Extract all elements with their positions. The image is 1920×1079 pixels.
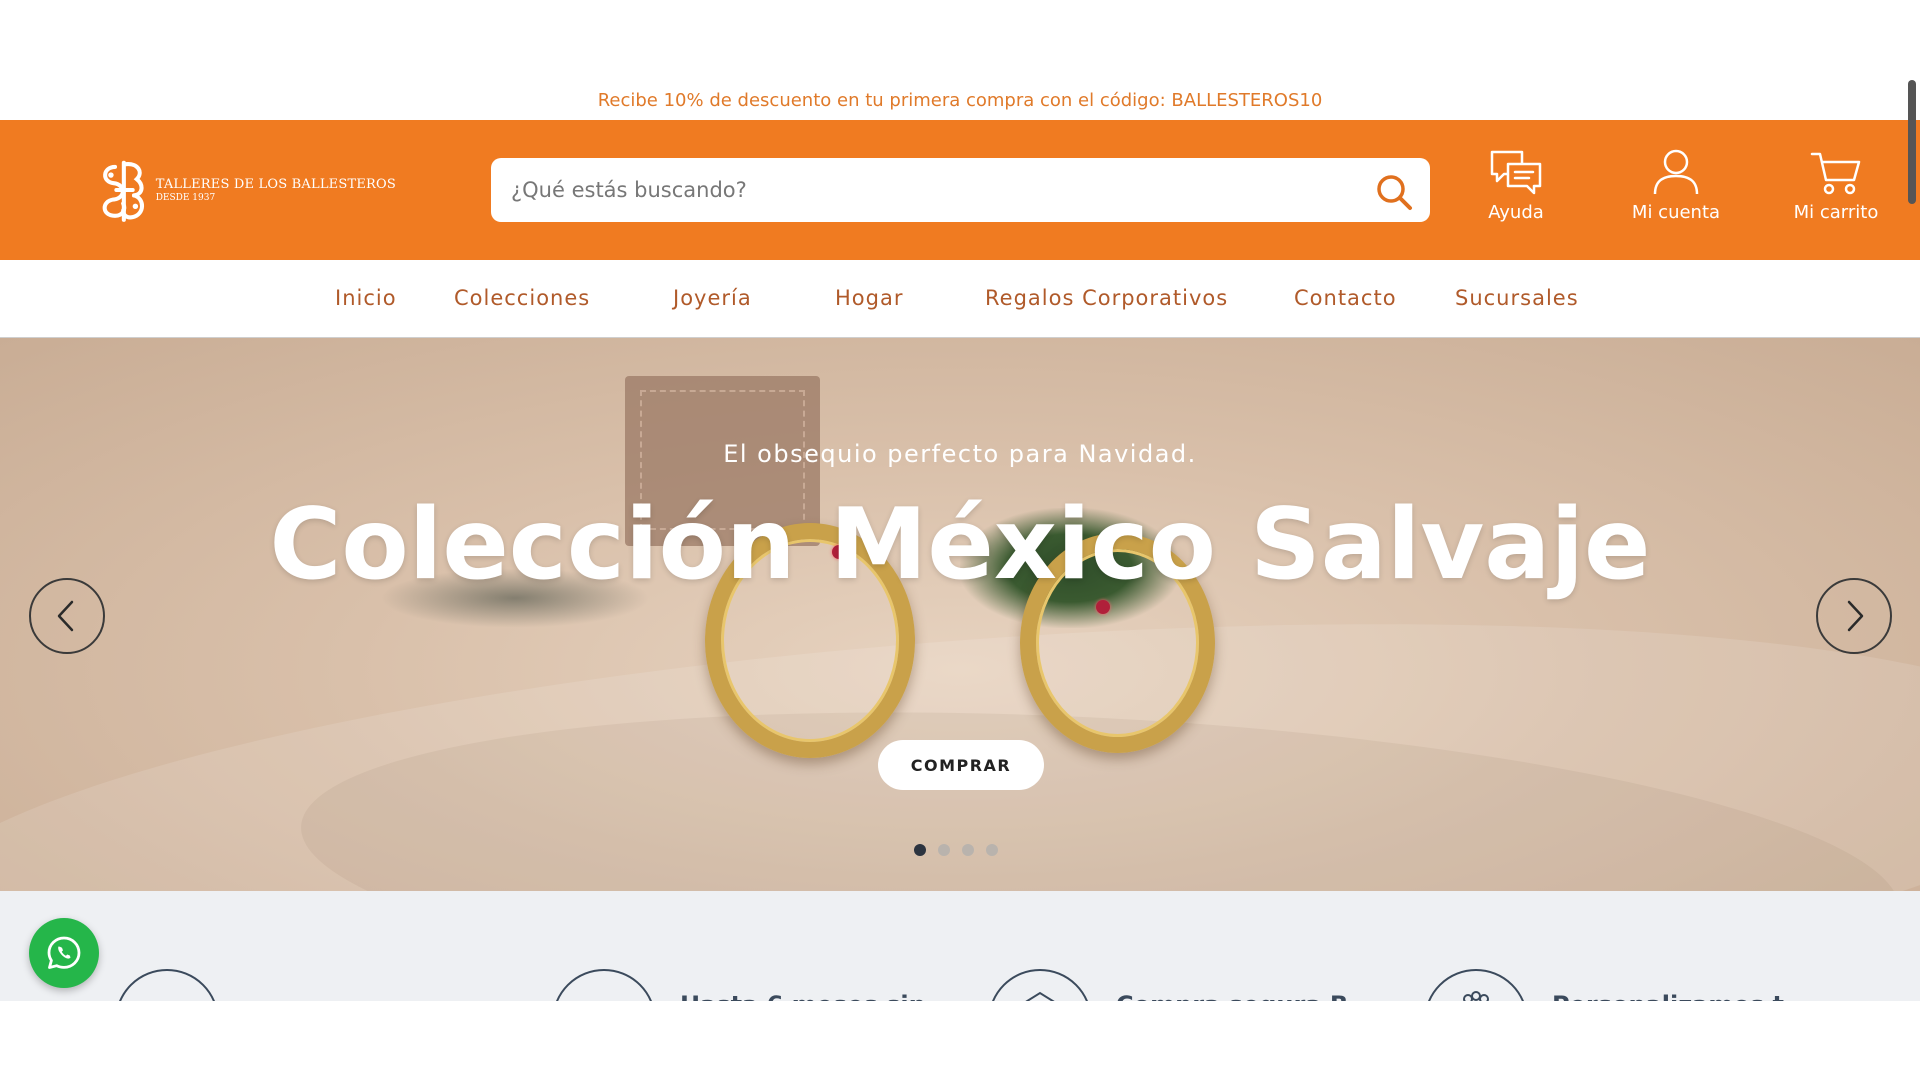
shipping-icon [115, 969, 219, 1001]
hero-gem-right [1096, 600, 1110, 614]
chevron-right-icon [1847, 600, 1864, 632]
user-icon [1653, 149, 1699, 195]
logo[interactable]: TALLERES DE LOS BALLESTEROS DESDE 1937 [96, 142, 396, 238]
slider-dot-4[interactable] [986, 844, 998, 856]
feature-label-payments: Hasta 6 meses sin [680, 991, 926, 1001]
whatsapp-icon [47, 936, 81, 969]
card-icon [552, 969, 656, 1001]
buy-button[interactable]: COMPRAR [878, 740, 1044, 790]
hero-kicker: El obsequio perfecto para Navidad. [723, 440, 1197, 468]
features-strip: Hasta 6 meses sin Compra segura B Person… [0, 891, 1920, 1001]
prev-slide-button[interactable] [29, 578, 105, 654]
help-label: Ayuda [1488, 202, 1544, 223]
account-button[interactable]: Mi cuenta [1616, 148, 1736, 232]
search-bar [491, 158, 1430, 222]
chat-bubbles-icon [1490, 150, 1542, 195]
hero-slider: El obsequio perfecto para Navidad. Colec… [0, 338, 1920, 891]
nav-item-sucursales[interactable]: Sucursales [1455, 286, 1579, 310]
slider-dot-3[interactable] [962, 844, 974, 856]
logo-since: DESDE 1937 [155, 193, 216, 203]
promo-bar: Recibe 10% de descuento en tu primera co… [0, 80, 1920, 120]
next-slide-button[interactable] [1816, 578, 1892, 654]
whatsapp-button[interactable] [29, 918, 99, 988]
page: Recibe 10% de descuento en tu primera co… [0, 0, 1920, 1079]
slider-dot-1[interactable] [914, 844, 926, 856]
main-nav: Inicio Colecciones Joyería Hogar Regalos… [0, 260, 1920, 338]
logo-monogram-icon [102, 160, 145, 222]
search-icon [1377, 175, 1412, 210]
header: TALLERES DE LOS BALLESTEROS DESDE 1937 ¿… [0, 120, 1920, 260]
cart-button[interactable]: Mi carrito [1776, 148, 1896, 232]
help-button[interactable]: Ayuda [1456, 148, 1576, 232]
feature-label-personalize: Personalizamos t [1552, 991, 1784, 1001]
hero-title: Colección México Salvaje [269, 488, 1651, 602]
logo-name: TALLERES DE LOS BALLESTEROS [155, 177, 396, 192]
nav-item-joyeria[interactable]: Joyería [673, 286, 752, 310]
account-label: Mi cuenta [1631, 202, 1721, 223]
search-input[interactable] [491, 158, 1341, 222]
feature-label-secure: Compra segura B [1116, 991, 1348, 1001]
nav-item-colecciones[interactable]: Colecciones [454, 286, 590, 310]
cart-icon [1810, 152, 1861, 195]
search-button[interactable] [1374, 172, 1414, 212]
page-scrollbar[interactable] [1908, 80, 1916, 204]
slider-dot-2[interactable] [938, 844, 950, 856]
slider-dots [914, 844, 998, 856]
logo-text: TALLERES DE LOS BALLESTEROS DESDE 1937 [156, 177, 396, 203]
nav-item-hogar[interactable]: Hogar [835, 286, 903, 310]
people-top-icon [1463, 991, 1489, 1001]
chevron-left-icon [57, 600, 74, 632]
nav-item-inicio[interactable]: Inicio [335, 286, 397, 310]
nav-item-regalos-corporativos[interactable]: Regalos Corporativos [985, 286, 1228, 310]
nav-item-contacto[interactable]: Contacto [1294, 286, 1397, 310]
shield-top-icon [1025, 991, 1055, 1001]
cart-label: Mi carrito [1793, 202, 1879, 223]
promo-text: Recibe 10% de descuento en tu primera co… [597, 89, 1323, 111]
